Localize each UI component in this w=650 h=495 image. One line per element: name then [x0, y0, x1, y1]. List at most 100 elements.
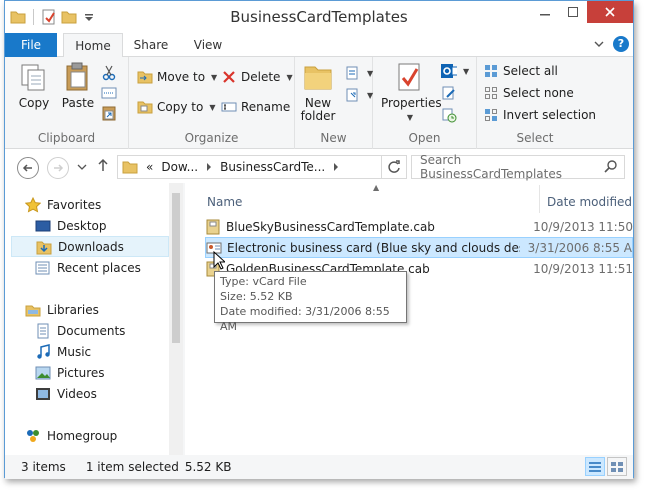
chevron-right-icon[interactable]	[329, 163, 343, 171]
nav-videos[interactable]: Videos	[35, 383, 167, 404]
select-all-icon	[483, 63, 499, 79]
nav-libraries-label: Libraries	[47, 302, 99, 317]
copy-label: Copy	[18, 96, 50, 110]
window-controls	[531, 1, 633, 23]
select-none-label: Select none	[503, 86, 574, 100]
address-bar[interactable]: « Dow... BusinessCardTe...	[117, 155, 407, 179]
back-button[interactable]	[17, 157, 39, 179]
navigation-pane: Favorites Desktop Downloads Recent place…	[5, 183, 183, 455]
history-icon	[441, 107, 457, 123]
cab-file-icon	[205, 219, 221, 235]
invert-selection-button[interactable]: Invert selection	[483, 105, 596, 125]
breadcrumb-downloads[interactable]: Dow...	[157, 160, 202, 174]
paste-button[interactable]: Paste	[57, 61, 99, 110]
delete-button[interactable]: Delete ▼	[221, 67, 293, 87]
nav-pictures[interactable]: Pictures	[35, 362, 167, 383]
tab-view[interactable]: View	[185, 33, 231, 57]
properties-button[interactable]: Properties ▼	[381, 61, 442, 124]
file-row-selected[interactable]: Electronic business card (Blue sky and c…	[205, 237, 633, 258]
copy-icon	[18, 61, 50, 93]
scrollbar-thumb[interactable]	[172, 193, 180, 343]
new-folder-icon	[302, 61, 334, 93]
nav-documents[interactable]: Documents	[35, 320, 167, 341]
nav-homegroup-label: Homegroup	[47, 428, 118, 443]
nav-favorites[interactable]: Favorites	[25, 194, 167, 215]
open-button[interactable]: ▼	[441, 61, 469, 81]
rename-label: Rename	[241, 100, 291, 114]
copy-button[interactable]: Copy	[13, 61, 55, 110]
chevron-down-icon: ▼	[209, 102, 216, 112]
downloads-folder-icon	[36, 239, 52, 255]
select-all-label: Select all	[503, 64, 558, 78]
invert-selection-icon	[483, 107, 499, 123]
tab-home[interactable]: Home	[63, 33, 123, 58]
homegroup-icon	[25, 428, 41, 444]
paste-shortcut-button[interactable]	[101, 103, 117, 123]
sort-ascending-icon: ▲	[373, 183, 380, 192]
breadcrumb-overflow[interactable]: «	[142, 160, 157, 174]
refresh-button[interactable]	[381, 155, 405, 179]
tab-file[interactable]: File	[5, 33, 57, 57]
nav-recent-places[interactable]: Recent places	[35, 257, 167, 278]
recent-locations-chevron-icon[interactable]	[77, 161, 87, 175]
cut-button[interactable]	[101, 63, 117, 83]
column-divider[interactable]	[539, 185, 540, 213]
history-button[interactable]	[441, 105, 457, 125]
column-header-date-modified[interactable]: Date modified	[547, 191, 632, 213]
copy-path-icon	[101, 85, 117, 101]
up-button[interactable]	[97, 158, 109, 175]
tab-share[interactable]: Share	[126, 33, 176, 57]
new-folder-button[interactable]: New folder	[297, 61, 339, 123]
select-all-button[interactable]: Select all	[483, 61, 558, 81]
breadcrumb-current[interactable]: BusinessCardTe...	[216, 160, 329, 174]
invert-selection-label: Invert selection	[503, 108, 597, 122]
navigation-scrollbar[interactable]	[169, 183, 183, 455]
maximize-button[interactable]	[559, 1, 587, 23]
new-group-label: New	[320, 131, 347, 145]
move-to-button[interactable]: Move to ▼	[137, 67, 217, 87]
nav-music[interactable]: Music	[35, 341, 167, 362]
nav-downloads[interactable]: Downloads	[11, 236, 169, 257]
clipboard-group-label: Clipboard	[37, 131, 96, 145]
rename-icon	[221, 99, 237, 115]
nav-documents-label: Documents	[57, 323, 126, 338]
minimize-button[interactable]	[531, 1, 559, 23]
help-icon[interactable]: ?	[613, 36, 629, 52]
file-row[interactable]: BlueSkyBusinessCardTemplate.cab 10/9/201…	[205, 216, 633, 237]
new-folder-label-line2: folder	[300, 109, 336, 123]
search-placeholder: Search BusinessCardTemplates	[420, 153, 562, 181]
explorer-window: BusinessCardTemplates File Home Share Vi…	[4, 0, 634, 479]
new-item-icon	[345, 65, 361, 81]
organize-group-label: Organize	[184, 131, 239, 145]
organize-group: Move to ▼ Copy to ▼ Delete ▼ Rename Organiz…	[129, 57, 295, 149]
close-button[interactable]	[587, 1, 633, 23]
select-none-button[interactable]: Select none	[483, 83, 574, 103]
column-header-name[interactable]: Name	[207, 191, 242, 213]
large-icons-view-icon[interactable]	[607, 457, 627, 476]
paste-shortcut-icon	[101, 105, 117, 121]
new-item-button[interactable]: ▼	[345, 63, 373, 83]
pictures-icon	[35, 365, 51, 381]
copy-path-button[interactable]	[101, 83, 117, 103]
status-bar: 3 items 1 item selected 5.52 KB	[5, 455, 633, 479]
nav-desktop[interactable]: Desktop	[35, 215, 167, 236]
arrow-left-icon	[22, 164, 32, 172]
chevron-down-icon[interactable]	[593, 36, 605, 55]
select-group: Select all Select none Invert selection …	[477, 57, 596, 149]
delete-label: Delete	[241, 70, 281, 84]
search-icon	[604, 159, 618, 176]
forward-button[interactable]	[47, 157, 69, 179]
file-name: Electronic business card (Blue sky and c…	[227, 240, 520, 255]
nav-libraries[interactable]: Libraries	[25, 299, 167, 320]
nav-homegroup[interactable]: Homegroup	[25, 425, 167, 446]
chevron-right-icon[interactable]	[202, 163, 216, 171]
search-input[interactable]: Search BusinessCardTemplates	[411, 153, 625, 181]
edit-button[interactable]	[441, 83, 457, 103]
easy-access-button[interactable]: ▼	[345, 85, 373, 105]
details-view-icon[interactable]	[585, 457, 605, 476]
refresh-icon	[387, 160, 400, 173]
ribbon: Copy Paste Clipboard Move to ▼ Copy to ▼…	[5, 57, 633, 149]
file-date: 3/31/2006 8:55 A	[527, 240, 632, 255]
rename-button[interactable]: Rename	[221, 97, 290, 117]
copy-to-button[interactable]: Copy to ▼	[137, 97, 215, 117]
